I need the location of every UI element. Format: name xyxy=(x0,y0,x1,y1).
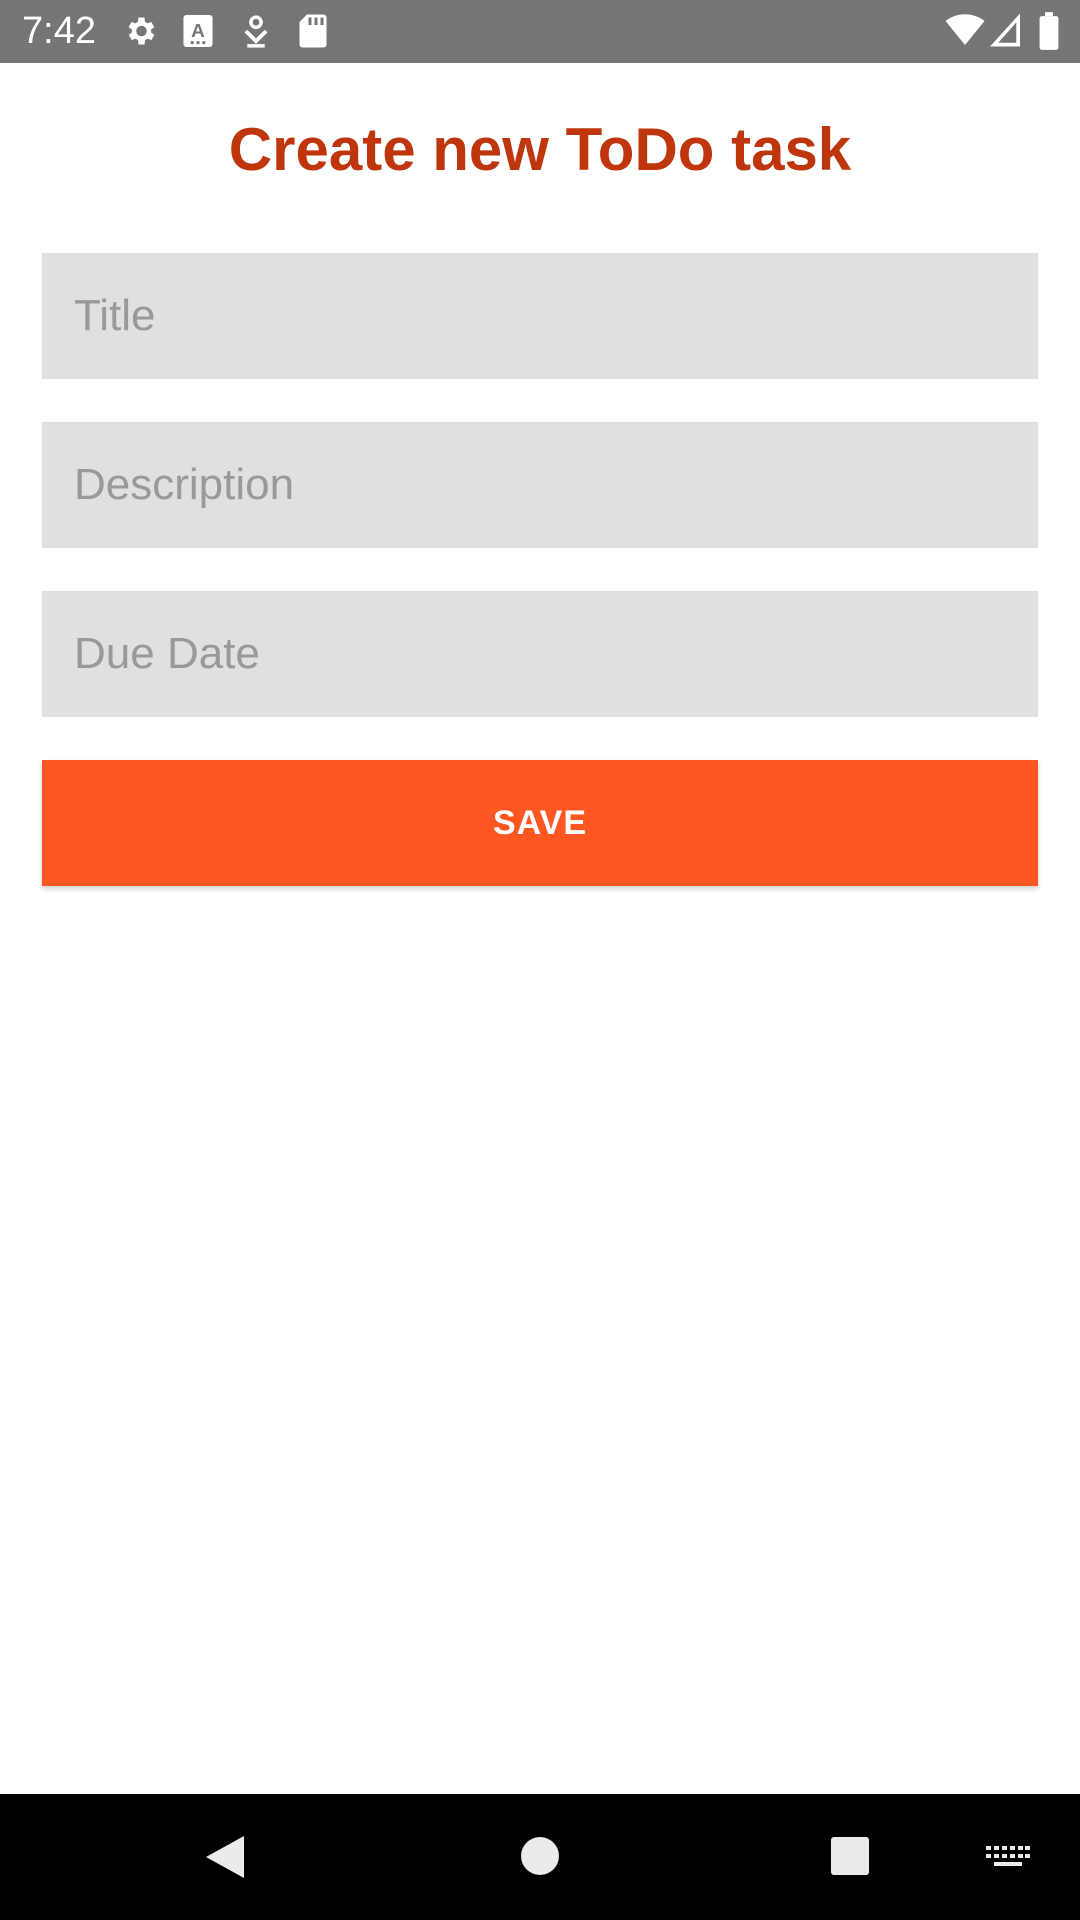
home-icon[interactable] xyxy=(520,1836,560,1876)
status-bar: 7:42 A xyxy=(0,0,1080,63)
description-input[interactable] xyxy=(42,422,1038,548)
title-input[interactable] xyxy=(42,253,1038,379)
gear-icon xyxy=(122,13,158,49)
battery-icon xyxy=(1038,12,1060,50)
navigation-bar xyxy=(0,1794,1080,1920)
keyboard-icon[interactable] xyxy=(986,1846,1030,1872)
back-icon[interactable] xyxy=(204,1834,246,1880)
save-button[interactable]: SAVE xyxy=(42,760,1038,886)
a-app-icon: A xyxy=(182,13,214,49)
page-title: Create new ToDo task xyxy=(228,116,852,183)
signal-icon xyxy=(988,12,1022,48)
sd-card-icon xyxy=(298,13,328,49)
recents-icon[interactable] xyxy=(830,1836,870,1876)
wifi-icon xyxy=(944,12,986,48)
due-date-input[interactable] xyxy=(42,591,1038,717)
clock: 7:42 xyxy=(22,10,96,52)
download-icon xyxy=(240,13,272,49)
svg-text:A: A xyxy=(191,21,205,42)
